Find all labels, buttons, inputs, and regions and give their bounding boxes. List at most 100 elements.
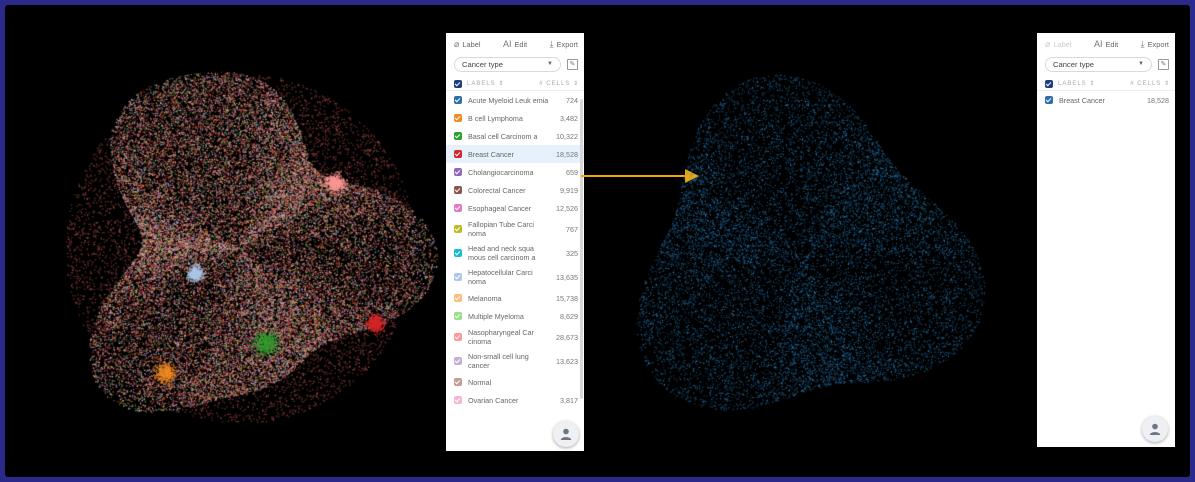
download-icon: ⤓ bbox=[1140, 38, 1145, 49]
label-row[interactable]: Ovarian Cancer 3,817 bbox=[446, 391, 584, 409]
label-row[interactable]: Head and neck squa mous cell carcinom a 3… bbox=[446, 241, 584, 265]
sort-icon: ⇕ bbox=[1089, 81, 1096, 87]
cell-count: 10,322 bbox=[556, 131, 578, 141]
label-checkbox[interactable] bbox=[454, 294, 462, 302]
label-row[interactable]: Esophageal Cancer 12,526 bbox=[446, 199, 584, 217]
label-button-text: Label bbox=[1053, 39, 1072, 49]
cell-count: 3,482 bbox=[560, 113, 578, 123]
category-select[interactable]: Cancer type ▼ bbox=[1045, 56, 1152, 72]
label-checkbox[interactable] bbox=[454, 150, 462, 158]
labels-column-text: LABELS bbox=[467, 81, 496, 87]
person-icon bbox=[560, 428, 572, 440]
cell-count: 18,528 bbox=[1147, 95, 1169, 105]
label-row[interactable]: Breast Cancer 18,528 bbox=[1037, 91, 1175, 109]
cells-column-header[interactable]: # CELLS ⇕ bbox=[539, 80, 579, 87]
cells-column-text: # CELLS bbox=[539, 81, 571, 87]
cell-count: 15,738 bbox=[556, 293, 578, 303]
label-checkbox[interactable] bbox=[454, 396, 462, 404]
user-account-button[interactable] bbox=[1142, 416, 1168, 442]
edit-button[interactable]: A͏Ι Edit bbox=[503, 39, 527, 49]
category-select[interactable]: Cancer type ▼ bbox=[454, 56, 561, 72]
label-checkbox[interactable] bbox=[454, 378, 462, 386]
export-button[interactable]: ⤓ Export bbox=[550, 39, 578, 50]
select-all-checkbox[interactable] bbox=[1045, 79, 1053, 88]
label-checkbox[interactable] bbox=[454, 132, 462, 140]
label-row[interactable]: Non-small cell lung cancer 13,623 bbox=[446, 349, 584, 373]
label-name: Fallopian Tube Carci noma bbox=[468, 220, 534, 238]
label-row[interactable]: Colorectal Cancer 9,919 bbox=[446, 181, 584, 199]
chevron-down-icon: ▼ bbox=[547, 61, 553, 67]
label-name: Non-small cell lung cancer bbox=[468, 352, 529, 370]
labels-column-header[interactable]: LABELS ⇕ bbox=[467, 80, 539, 87]
tag-icon: ⌀ bbox=[1045, 38, 1051, 49]
label-button-text: Label bbox=[462, 39, 481, 49]
canvas-stage: ⌀ Label A͏Ι Edit ⤓ Export Cancer type ▼ … bbox=[5, 5, 1190, 477]
label-panel-left: ⌀ Label A͏Ι Edit ⤓ Export Cancer type ▼ … bbox=[446, 33, 584, 451]
cell-count: 13,635 bbox=[556, 272, 578, 282]
edit-category-icon[interactable]: ✎ bbox=[1158, 58, 1169, 70]
label-row[interactable]: Hepatocellular Carci noma 13,635 bbox=[446, 265, 584, 289]
label-row[interactable]: Acute Myeloid Leuk emia 724 bbox=[446, 91, 584, 109]
label-row[interactable]: Melanoma 15,738 bbox=[446, 289, 584, 307]
panel-toolbar: ⌀ Label A͏Ι Edit ⤓ Export bbox=[446, 33, 584, 55]
label-button[interactable]: ⌀ Label bbox=[454, 39, 481, 50]
edit-icon: A͏Ι bbox=[1093, 39, 1103, 49]
cell-count: 659 bbox=[566, 167, 578, 177]
label-checkbox[interactable] bbox=[454, 333, 462, 341]
cell-count: 8,629 bbox=[560, 311, 578, 321]
cells-column-text: # CELLS bbox=[1130, 81, 1162, 87]
label-name: Acute Myeloid Leuk emia bbox=[468, 95, 549, 105]
edit-button-text: Edit bbox=[514, 39, 528, 49]
label-row[interactable]: B cell Lymphoma 3,482 bbox=[446, 109, 584, 127]
label-checkbox[interactable] bbox=[454, 168, 462, 176]
cells-column-header[interactable]: # CELLS ⇕ bbox=[1130, 80, 1170, 87]
label-checkbox[interactable] bbox=[1045, 96, 1053, 104]
label-checkbox[interactable] bbox=[454, 186, 462, 194]
umap-scatter-all-labels[interactable] bbox=[35, 43, 445, 453]
labels-column-header[interactable]: LABELS ⇕ bbox=[1058, 80, 1130, 87]
category-select-row: Cancer type ▼ ✎ bbox=[1037, 55, 1175, 73]
label-name: Hepatocellular Carci noma bbox=[468, 268, 533, 286]
label-checkbox[interactable] bbox=[454, 249, 462, 257]
label-list: Breast Cancer 18,528 bbox=[1037, 91, 1175, 109]
label-row[interactable]: Multiple Myeloma 8,629 bbox=[446, 307, 584, 325]
label-checkbox[interactable] bbox=[454, 312, 462, 320]
label-name: Melanoma bbox=[468, 293, 502, 303]
select-all-checkbox[interactable] bbox=[454, 79, 462, 88]
label-checkbox[interactable] bbox=[454, 357, 462, 365]
cell-count: 9,919 bbox=[560, 185, 578, 195]
umap-scatter-breast-cancer[interactable] bbox=[605, 63, 1005, 463]
label-row[interactable]: Normal bbox=[446, 373, 584, 391]
label-checkbox[interactable] bbox=[454, 114, 462, 122]
tag-icon: ⌀ bbox=[454, 38, 460, 49]
list-header: LABELS ⇕ # CELLS ⇕ bbox=[446, 77, 584, 91]
category-select-row: Cancer type ▼ ✎ bbox=[446, 55, 584, 73]
cell-count: 325 bbox=[566, 248, 578, 258]
label-checkbox[interactable] bbox=[454, 273, 462, 281]
label-checkbox[interactable] bbox=[454, 225, 462, 233]
label-checkbox[interactable] bbox=[454, 204, 462, 212]
cell-count: 724 bbox=[566, 95, 578, 105]
labels-column-text: LABELS bbox=[1058, 81, 1087, 87]
label-name: Head and neck squa mous cell carcinom a bbox=[468, 244, 536, 262]
edit-button[interactable]: A͏Ι Edit bbox=[1094, 39, 1118, 49]
edit-category-icon[interactable]: ✎ bbox=[567, 58, 578, 70]
label-row[interactable]: Fallopian Tube Carci noma 767 bbox=[446, 217, 584, 241]
export-button[interactable]: ⤓ Export bbox=[1141, 39, 1169, 50]
label-row[interactable]: Nasopharyngeal Car cinoma 28,673 bbox=[446, 325, 584, 349]
label-button[interactable]: ⌀ Label bbox=[1045, 39, 1072, 50]
label-row[interactable]: Breast Cancer 18,528 bbox=[446, 145, 584, 163]
category-select-value: Cancer type bbox=[1053, 59, 1094, 69]
export-button-text: Export bbox=[1147, 39, 1169, 49]
label-name: Nasopharyngeal Car cinoma bbox=[468, 328, 534, 346]
label-row[interactable]: Basal cell Carcinom a 10,322 bbox=[446, 127, 584, 145]
export-button-text: Export bbox=[556, 39, 578, 49]
label-name: Cholangiocarcinoma bbox=[468, 167, 534, 177]
user-account-button[interactable] bbox=[553, 421, 579, 447]
label-panel-right: ⌀ Label A͏Ι Edit ⤓ Export Cancer type ▼ … bbox=[1037, 33, 1175, 447]
list-header: LABELS ⇕ # CELLS ⇕ bbox=[1037, 77, 1175, 91]
scrollbar[interactable] bbox=[580, 99, 583, 399]
label-list: Acute Myeloid Leuk emia 724 B cell Lymphom… bbox=[446, 91, 584, 409]
label-row[interactable]: Cholangiocarcinoma 659 bbox=[446, 163, 584, 181]
label-checkbox[interactable] bbox=[454, 96, 462, 104]
